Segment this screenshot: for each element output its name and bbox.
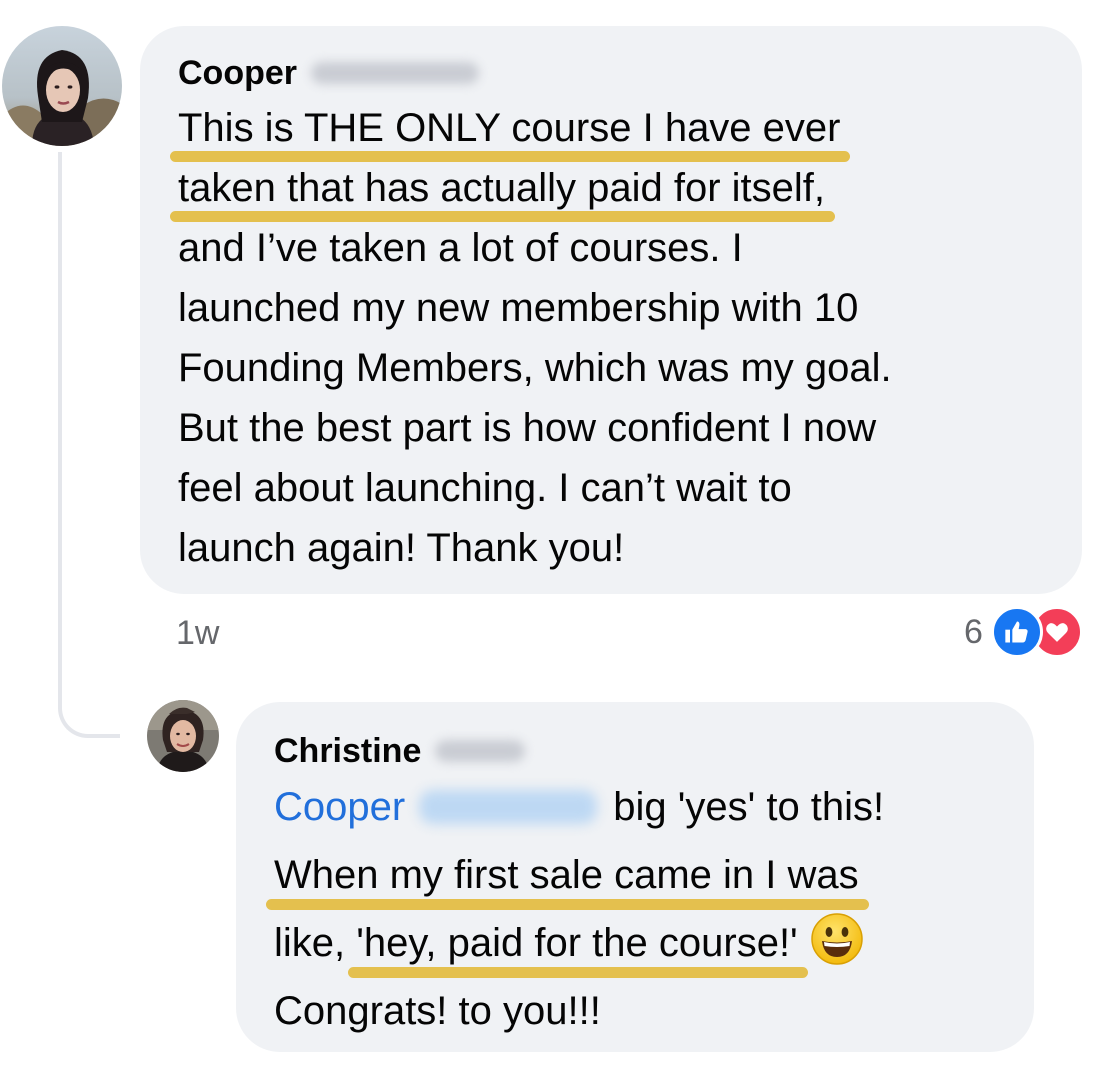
reply-line: When my first sale came in I was [266,844,1034,912]
comment-body: This is THE ONLY course I have ever take… [169,98,1082,578]
reply-author-name[interactable]: Christine [274,726,421,776]
comment-timestamp[interactable]: 1w [176,614,219,653]
comment-line: launched my new membership with 10 [178,286,859,330]
reply-line: Cooper big 'yes' to this! [274,776,1034,844]
like-icon [990,606,1043,658]
reply-line-text: like, [274,921,357,965]
grinning-face-emoji-icon [810,912,864,966]
redacted-surname [435,740,526,762]
redacted-mention-surname [419,790,598,824]
reaction-count: 6 [964,612,983,651]
comment-line: Founding Members, which was my goal. [178,346,892,390]
comment-author[interactable]: Cooper [178,48,1082,98]
highlighted-text: This is THE ONLY course I have ever [169,98,851,162]
thread-connector-line [58,152,120,738]
highlighted-text: taken that has actually paid for itself, [169,158,836,222]
reply-line: Congrats! to you!!! [274,989,601,1033]
redacted-surname [311,62,479,84]
avatar-cooper[interactable] [2,26,122,146]
comment-author-name[interactable]: Cooper [178,48,297,98]
reply-body: Cooper big 'yes' to this! When my first s… [266,776,1034,1048]
avatar-christine-image [147,700,219,772]
reply-author[interactable]: Christine [274,726,1034,776]
comment-line: taken that has actually paid for itself, [169,158,1082,222]
highlighted-text: 'hey, paid for the course!' [348,912,809,978]
reply-line: like, 'hey, paid for the course!' [274,912,1034,980]
highlighted-text: When my first sale came in I was [266,844,869,910]
comment-bubble: Cooper This is THE ONLY course I have ev… [140,26,1082,594]
comment-thread: Cooper This is THE ONLY course I have ev… [0,0,1111,1075]
comment-line: But the best part is how confident I now [178,406,877,450]
reply-line-text: big 'yes' to this! [613,785,885,829]
avatar-cooper-image [2,26,122,146]
comment-line: This is THE ONLY course I have ever [169,98,1082,162]
comment-line: launch again! Thank you! [178,526,625,570]
mention-link[interactable]: Cooper [274,785,405,829]
reactions-summary[interactable]: 6 [964,606,1083,658]
avatar-christine[interactable] [147,700,219,772]
reply-bubble: Christine Cooper big 'yes' to this! When … [236,702,1034,1052]
comment-line: feel about launching. I can’t wait to [178,466,792,510]
comment-line: and I’ve taken a lot of courses. I [178,226,743,270]
